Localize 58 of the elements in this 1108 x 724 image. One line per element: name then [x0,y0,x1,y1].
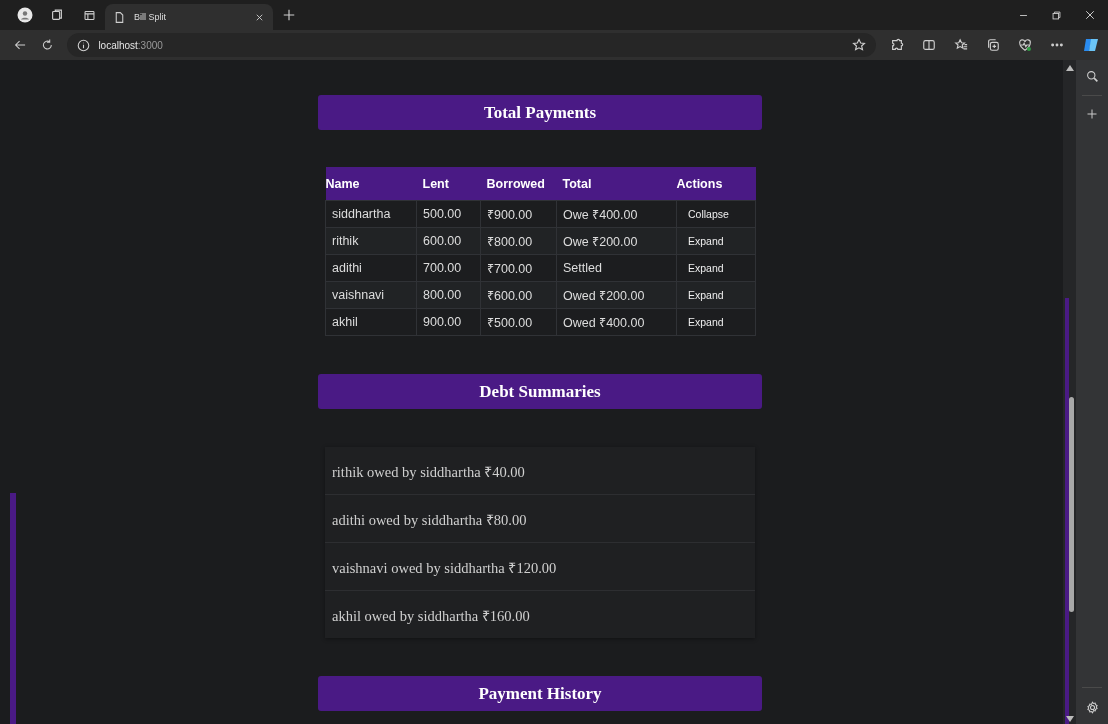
split-screen-icon[interactable] [922,38,936,52]
table-cell: ₹600.00 [480,281,557,309]
section-header: Debt Summaries [318,374,762,409]
refresh-icon[interactable] [40,38,54,52]
table-cell: vaishnavi [325,281,417,309]
table-cell: ₹700.00 [480,254,557,282]
workspaces-icon[interactable] [50,8,64,22]
add-icon[interactable] [1086,108,1098,120]
url-text: localhost:3000 [98,39,163,51]
section-header: Total Payments [318,95,762,130]
table-cell: 700.00 [416,254,481,282]
table-cell: rithik [325,227,417,255]
close-icon[interactable] [1084,9,1096,21]
debt-summary-text: akhil owed by siddhartha ₹160.00 [332,606,530,625]
table-cell: 500.00 [416,200,481,228]
column-header: Actions [676,167,756,201]
column-header: Lent [416,167,481,201]
scroll-up-icon[interactable] [1065,65,1074,71]
table-cell: 900.00 [416,308,481,336]
browser-tab[interactable]: Bill Split [105,4,273,30]
table-cell: ₹800.00 [480,227,557,255]
heart-pulse-icon[interactable] [1018,38,1032,52]
table-cell: Owe ₹400.00 [556,200,677,228]
address-bar[interactable]: localhost:3000 [67,33,876,57]
debt-summary-text: vaishnavi owed by siddhartha ₹120.00 [332,558,557,577]
scroll-down-icon[interactable] [1065,716,1074,722]
debt-summary-text: adithi owed by siddhartha ₹80.00 [332,510,527,529]
back-icon[interactable] [14,38,27,52]
profile-icon[interactable] [17,7,33,23]
copilot-icon[interactable] [1082,36,1100,54]
new-tab-icon[interactable] [282,8,296,22]
favorite-star-icon[interactable] [852,38,866,52]
restore-icon[interactable] [1051,9,1062,21]
section-header: Payment History [318,676,762,711]
scrollbar[interactable] [1063,60,1076,724]
extensions-icon[interactable] [890,38,904,52]
table-cell: Owe ₹200.00 [556,227,677,255]
tab-actions-icon[interactable] [82,8,96,22]
table-cell: Settled [556,254,677,282]
table-cell: Owed ₹200.00 [556,281,677,309]
favorites-icon[interactable] [954,38,968,52]
table-cell: ₹900.00 [480,200,557,228]
table-cell: ₹500.00 [480,308,557,336]
column-header: Total [556,167,677,201]
search-icon[interactable] [1085,70,1099,83]
column-header: Borrowed [480,167,557,201]
table-cell: 800.00 [416,281,481,309]
table-cell: akhil [325,308,417,336]
info-icon [77,38,91,52]
table-cell: 600.00 [416,227,481,255]
settings-icon[interactable] [1085,701,1099,714]
debt-summary-text: rithik owed by siddhartha ₹40.00 [332,462,525,481]
page-icon [113,10,126,24]
collections-icon[interactable] [986,38,1000,52]
table-cell: siddhartha [325,200,417,228]
table-cell: adithi [325,254,417,282]
column-header: Name [325,167,417,201]
table-cell: Owed ₹400.00 [556,308,677,336]
